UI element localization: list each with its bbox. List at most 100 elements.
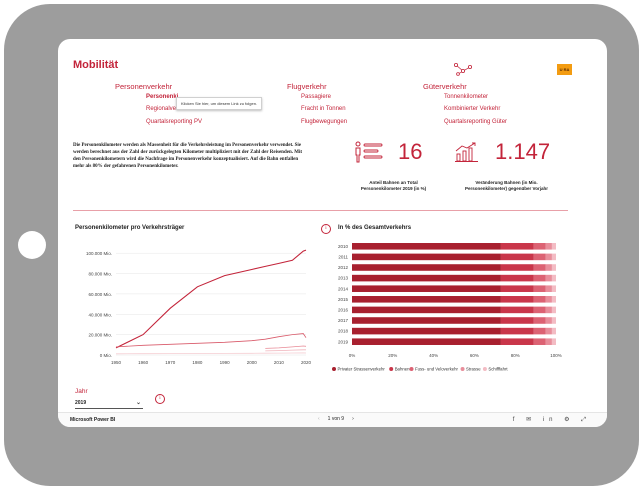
- bar-segment-4: [551, 296, 556, 303]
- bar-segment-1: [500, 253, 534, 261]
- bar-segment-1: [500, 243, 534, 250]
- x-tick-label: 40%: [429, 353, 438, 358]
- bar-segment-3: [545, 317, 552, 324]
- bar-segment-4: [551, 274, 556, 282]
- bar-segment-4: [551, 243, 556, 250]
- prev-page-button[interactable]: ‹: [318, 416, 320, 422]
- bar-segment-3: [545, 327, 552, 335]
- kpi-bahn-share-label: Anteil Bahnen an Total Personenkilometer…: [360, 180, 427, 191]
- y-tick-label: 20.000 Mio.: [88, 333, 112, 338]
- y-tick-label: 0 Mio.: [100, 353, 112, 358]
- line-series-4: [115, 352, 307, 355]
- line-series-0: [115, 249, 307, 349]
- bar-segment-2: [533, 338, 546, 345]
- next-page-button[interactable]: ›: [352, 416, 354, 422]
- report-canvas: Mobilität U RA Personenverkehr Personenk…: [58, 39, 607, 412]
- x-tick-label: 20%: [388, 353, 397, 358]
- legend-label: Bahnen: [395, 367, 410, 372]
- nav-link-tonnenkilometer[interactable]: Tonnenkilometer: [444, 94, 488, 100]
- y-tick-label: 2012: [338, 265, 349, 270]
- bar-segment-2: [533, 317, 546, 324]
- nav-link-kombinierter-verkehr[interactable]: Kombinierter Verkehr: [444, 106, 500, 112]
- nav-link-personenkilometer[interactable]: Personenki: [146, 94, 178, 100]
- bar-segment-4: [551, 253, 556, 261]
- bar-segment-3: [545, 338, 552, 345]
- legend-marker: [389, 367, 394, 371]
- powerbi-brand[interactable]: Microsoft Power BI: [70, 417, 115, 423]
- bar-segment-0: [352, 285, 501, 292]
- legend-label: Strasse: [466, 367, 481, 372]
- bar-segment-0: [352, 243, 501, 250]
- y-tick-label: 40.000 Mio.: [88, 312, 112, 317]
- x-tick-label: 2020: [301, 360, 312, 365]
- y-tick-label: 2018: [338, 329, 349, 334]
- network-icon[interactable]: [453, 61, 473, 77]
- nav-link-passagiere[interactable]: Passagiere: [301, 94, 331, 100]
- bar-segment-4: [551, 338, 556, 345]
- nav-link-fracht[interactable]: Fracht in Tonnen: [301, 106, 346, 112]
- line-chart: 0 Mio. 20.000 Mio. 40.000 Mio. 60.000 Mio. 8…: [86, 249, 312, 365]
- bar-segment-1: [500, 327, 534, 335]
- legend-label: Schifffahrt: [488, 367, 508, 372]
- powerbi-footer: Microsoft Power BI ‹ 1 von 9 › f ✉ in ⚙ ⤢: [58, 412, 607, 427]
- x-tick-label: 2000: [247, 360, 258, 365]
- y-tick-label: 2017: [338, 318, 349, 323]
- bar-segment-1: [500, 306, 534, 314]
- bar-segment-2: [533, 243, 546, 250]
- bar-chart-title: In % des Gesamtverkehrs: [338, 225, 412, 231]
- bar-segment-4: [551, 327, 556, 335]
- bar-segment-2: [533, 264, 546, 271]
- kpi-bahn-change-label: Veränderung Bahnen (in Mio. Personenkilo…: [465, 180, 548, 191]
- nav-link-quartalsreporting-pv[interactable]: Quartalsreporting PV: [146, 119, 202, 125]
- bar-segment-1: [500, 296, 534, 303]
- x-tick-label: 1960: [138, 360, 149, 365]
- bar-segment-1: [500, 338, 534, 345]
- bar-segment-1: [500, 285, 534, 292]
- bar-segment-4: [551, 264, 556, 271]
- x-tick-label: 1990: [220, 360, 231, 365]
- info-icon[interactable]: i: [321, 224, 331, 234]
- year-slicer-label: Jahr: [75, 388, 88, 395]
- nav-section-personenverkehr[interactable]: Personenverkehr: [115, 82, 172, 91]
- y-tick-label: 60.000 Mio.: [88, 292, 112, 297]
- x-tick-label: 0%: [349, 353, 356, 358]
- bar-segment-0: [352, 306, 501, 314]
- y-tick-label: 2011: [338, 255, 348, 260]
- bar-segment-2: [533, 296, 546, 303]
- y-tick-label: 2019: [338, 339, 349, 344]
- nav-section-flugverkehr[interactable]: Flugverkehr: [287, 82, 327, 91]
- year-dropdown[interactable]: 2019 ⌄: [75, 399, 143, 409]
- bar-segment-1: [500, 317, 534, 324]
- bar-segment-3: [545, 274, 552, 282]
- nav-section-gueterverkehr[interactable]: Güterverkehr: [423, 82, 467, 91]
- y-tick-label: 100.000 Mio.: [86, 251, 112, 256]
- y-tick-label: 2016: [338, 308, 349, 313]
- kpi-bahn-change-value: 1.147: [495, 139, 551, 164]
- year-dropdown-value: 2019: [75, 400, 87, 406]
- legend-marker: [409, 367, 414, 371]
- link-tooltip: Klicken Sie hier, um diesem Link zu folg…: [176, 97, 263, 110]
- share-icons[interactable]: f ✉ in ⚙ ⤢: [513, 416, 591, 424]
- legend-marker: [332, 367, 336, 371]
- bar-segment-1: [500, 264, 534, 271]
- legend-label: Fuss- und Veloverkehr: [415, 367, 459, 372]
- nav-link-quartalsreporting-gueter[interactable]: Quartalsreporting Güter: [444, 119, 507, 125]
- bar-segment-0: [352, 327, 501, 335]
- x-tick-label: 1950: [111, 360, 122, 365]
- chevron-down-icon: ⌄: [135, 400, 141, 406]
- line-chart-title: Personenkilometer pro Verkehrsträger: [75, 225, 185, 231]
- x-tick-label: 80%: [511, 353, 520, 358]
- y-tick-label: 80.000 Mio.: [88, 272, 112, 277]
- people-bars-icon: [355, 141, 383, 163]
- home-button[interactable]: [18, 231, 46, 259]
- y-tick-label: 2010: [338, 244, 349, 249]
- x-tick-label: 1980: [192, 360, 203, 365]
- bar-segment-4: [551, 285, 556, 292]
- nav-link-flugbewegungen[interactable]: Flugbewegungen: [301, 119, 347, 125]
- bar-segment-3: [545, 243, 552, 250]
- slicer-info-icon[interactable]: i: [155, 394, 165, 404]
- tablet-screen: Mobilität U RA Personenverkehr Personenk…: [58, 39, 607, 427]
- page-navigator: ‹ 1 von 9 ›: [314, 416, 358, 422]
- bar-segment-1: [500, 274, 534, 282]
- y-tick-label: 2013: [338, 276, 349, 281]
